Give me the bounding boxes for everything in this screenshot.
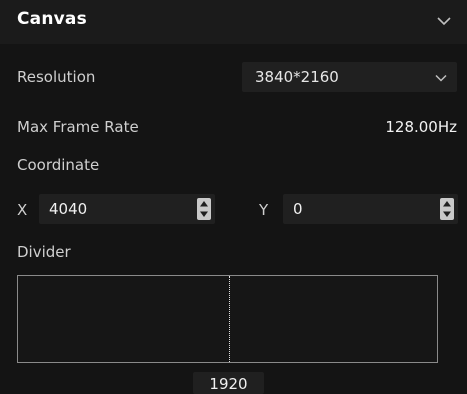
panel-title: Canvas <box>17 9 87 29</box>
spin-arrows-icon[interactable] <box>197 198 211 220</box>
resolution-label: Resolution <box>17 68 96 86</box>
resolution-value: 3840*2160 <box>255 68 339 86</box>
divider-position-input[interactable]: 1920 <box>193 372 264 394</box>
y-coordinate-value[interactable]: 0 <box>293 200 303 218</box>
max-frame-rate-value: 128.00Hz <box>385 118 457 136</box>
coordinate-label: Coordinate <box>17 156 100 174</box>
chevron-down-icon[interactable] <box>435 12 453 30</box>
x-coordinate-value[interactable]: 4040 <box>49 200 87 218</box>
x-coordinate-stepper[interactable]: 4040 <box>39 194 215 224</box>
y-label: Y <box>259 201 269 219</box>
y-coordinate-stepper[interactable]: 0 <box>283 194 458 224</box>
chevron-down-icon <box>434 70 448 84</box>
divider-line[interactable] <box>229 276 230 362</box>
panel-header[interactable]: Canvas <box>0 0 467 44</box>
resolution-select[interactable]: 3840*2160 <box>242 62 457 92</box>
max-frame-rate-label: Max Frame Rate <box>17 118 139 136</box>
divider-position-value[interactable]: 1920 <box>193 375 264 393</box>
divider-label: Divider <box>17 243 71 261</box>
x-label: X <box>17 201 28 219</box>
divider-preview[interactable] <box>17 275 438 363</box>
spin-arrows-icon[interactable] <box>440 198 454 220</box>
